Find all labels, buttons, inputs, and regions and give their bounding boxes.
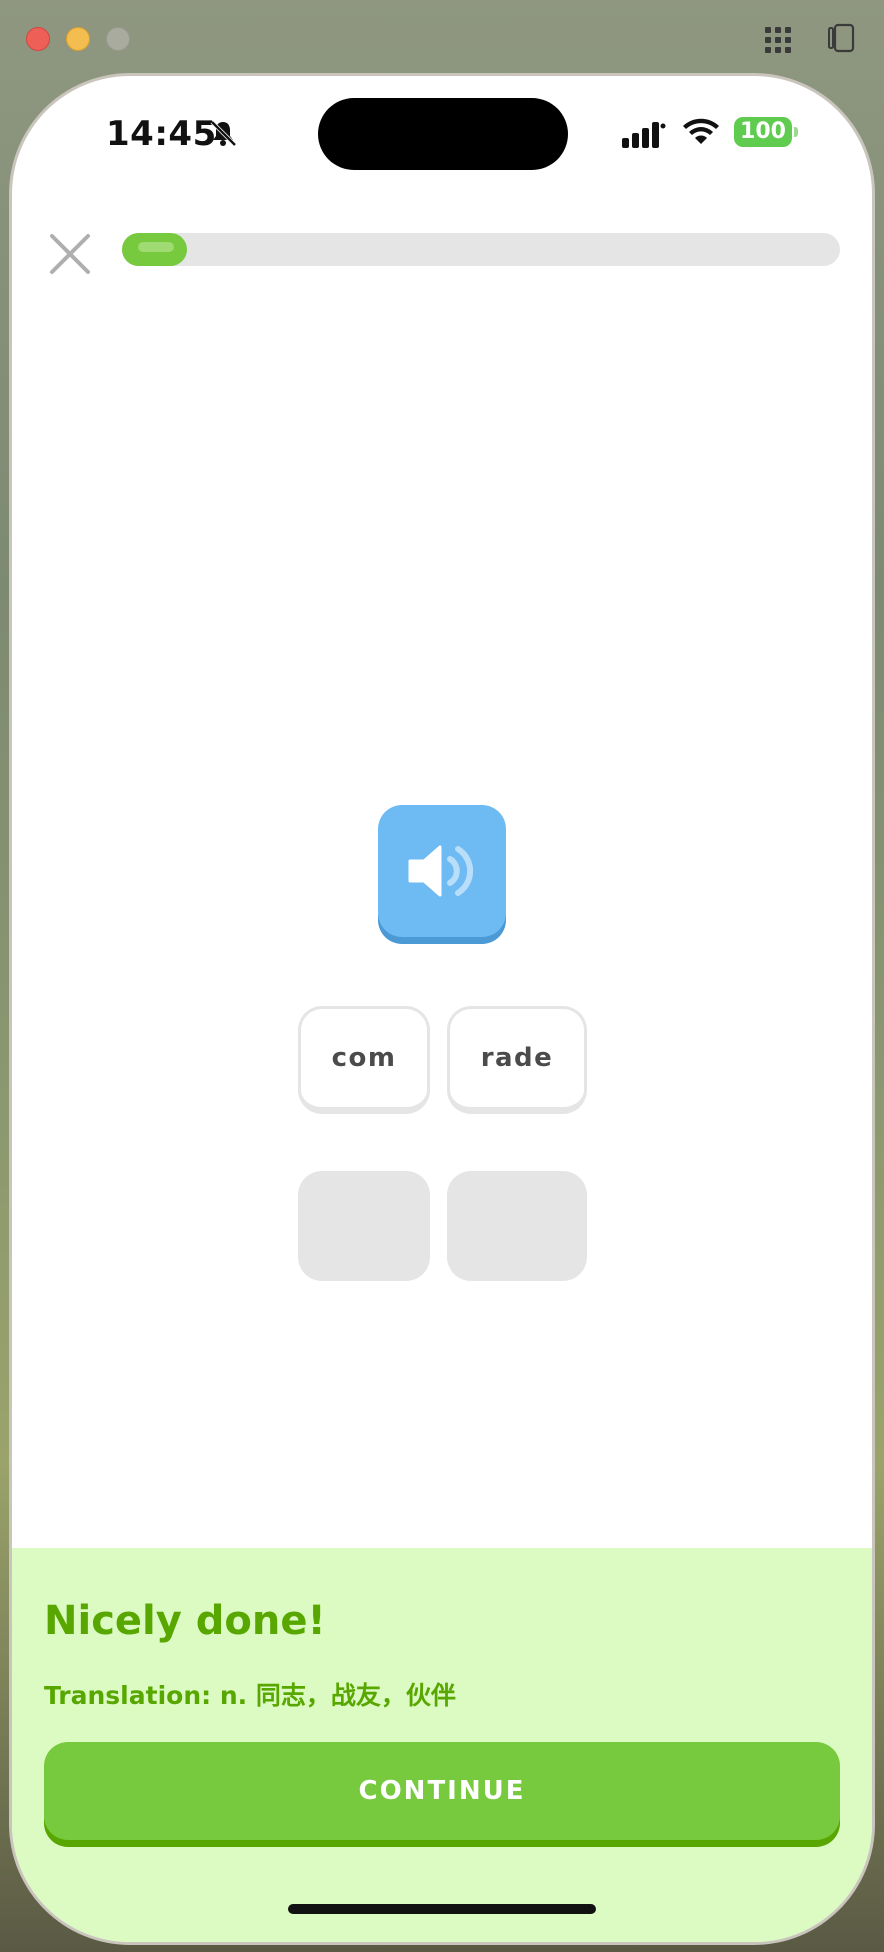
rotate-device-icon[interactable] — [826, 22, 858, 54]
speaker-icon — [408, 845, 474, 897]
progress-shine — [138, 242, 174, 252]
feedback-title: Nicely done! — [44, 1598, 326, 1644]
battery-icon: 100 — [734, 117, 792, 147]
lesson-progress-fill — [122, 233, 187, 266]
window-zoom-button[interactable] — [106, 27, 130, 51]
answer-slot[interactable] — [447, 1171, 587, 1281]
home-indicator[interactable] — [288, 1904, 596, 1914]
wifi-icon — [683, 118, 719, 144]
dynamic-island — [318, 98, 568, 170]
close-icon[interactable] — [42, 226, 98, 282]
window-close-button[interactable] — [26, 27, 50, 51]
lesson-progress-bar — [122, 233, 840, 266]
window-minimize-button[interactable] — [66, 27, 90, 51]
cellular-signal-icon — [622, 122, 666, 148]
word-tile[interactable]: com — [298, 1006, 430, 1114]
battery-tip — [794, 127, 798, 137]
answer-slot[interactable] — [298, 1171, 430, 1281]
word-tile[interactable]: rade — [447, 1006, 587, 1114]
feedback-translation: Translation: n. 同志，战友，伙伴 — [44, 1681, 456, 1710]
home-screen-icon[interactable] — [760, 22, 792, 54]
play-audio-button[interactable] — [378, 805, 506, 937]
status-bar: 14:45 100 — [12, 76, 872, 196]
feedback-panel: Nicely done! Translation: n. 同志，战友，伙伴 CO… — [12, 1548, 872, 1942]
continue-button[interactable]: CONTINUE — [44, 1742, 840, 1840]
phone-screen: 14:45 100 com rade Nicely done! Translat… — [12, 76, 872, 1942]
status-time: 14:45 — [106, 114, 217, 154]
bell-slash-icon — [210, 120, 237, 147]
